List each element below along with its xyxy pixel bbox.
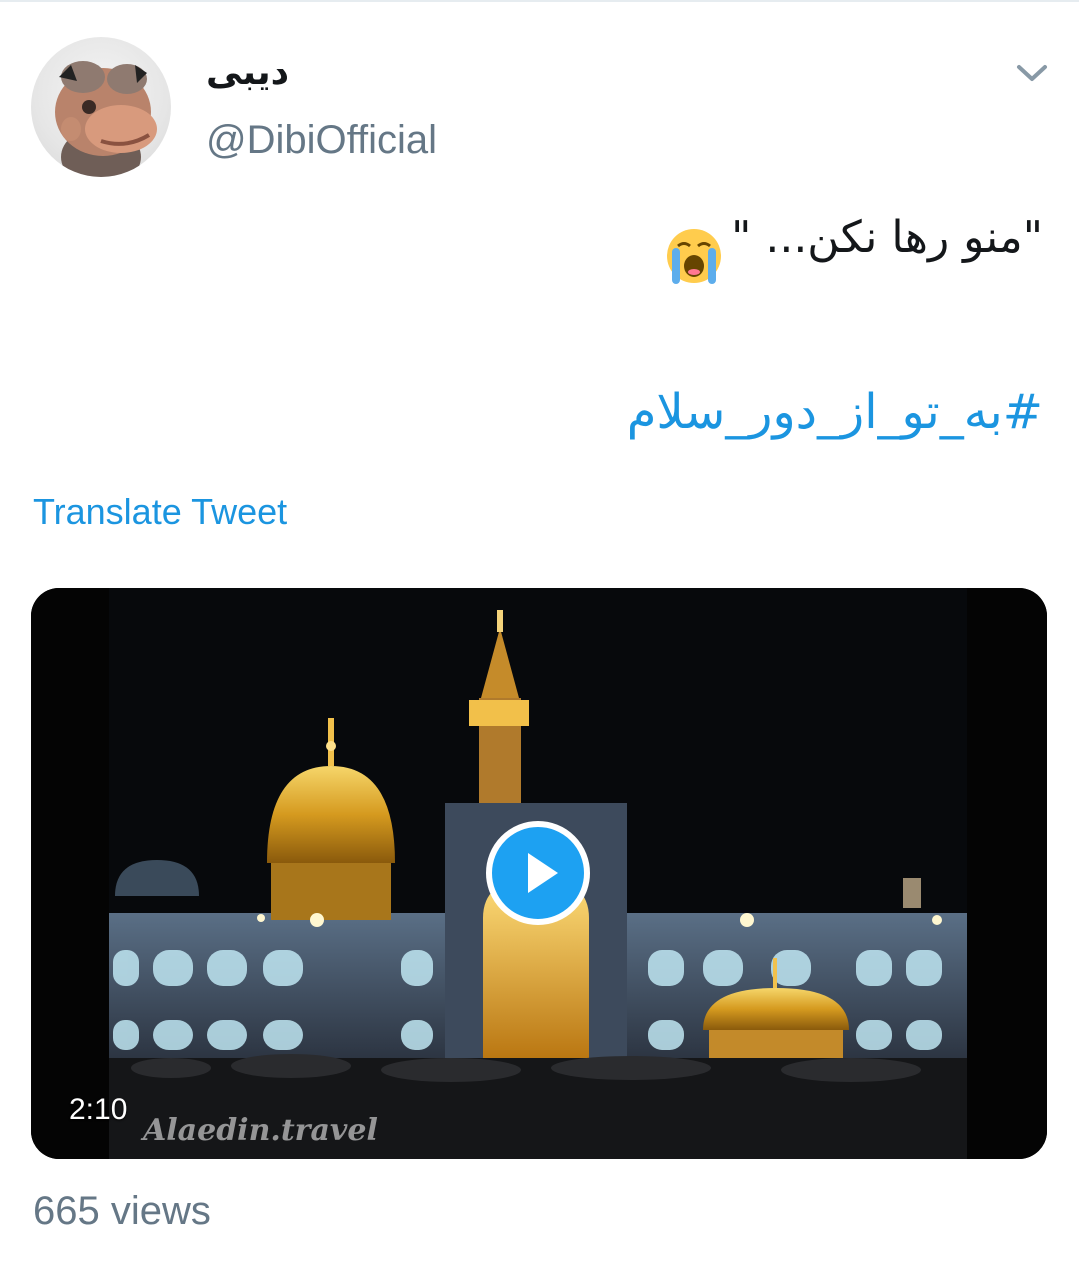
view-count: 665 views bbox=[33, 1189, 211, 1233]
top-divider bbox=[0, 0, 1079, 2]
video-player[interactable]: 2:10 Alaedin.travel bbox=[31, 588, 1047, 1159]
author-handle[interactable]: @DibiOfficial bbox=[206, 118, 437, 163]
avatar-character-icon bbox=[55, 61, 157, 177]
chevron-down-icon[interactable] bbox=[1013, 58, 1051, 88]
tweet-text-body: "منو رها نکن... " bbox=[731, 212, 1043, 263]
tweet-text: "منو رها نکن... " bbox=[731, 212, 1043, 263]
video-duration: 2:10 bbox=[69, 1093, 128, 1126]
play-icon bbox=[528, 853, 558, 893]
translate-tweet-link[interactable]: Translate Tweet bbox=[33, 491, 287, 533]
avatar[interactable] bbox=[31, 37, 171, 177]
loudly-crying-face-emoji bbox=[667, 229, 721, 284]
hashtag-link[interactable]: #به_تو_از_دور_سلام bbox=[627, 384, 1043, 440]
author-display-name[interactable]: دیبی bbox=[206, 52, 289, 93]
play-button[interactable] bbox=[486, 821, 590, 925]
video-watermark: Alaedin.travel bbox=[143, 1113, 378, 1148]
